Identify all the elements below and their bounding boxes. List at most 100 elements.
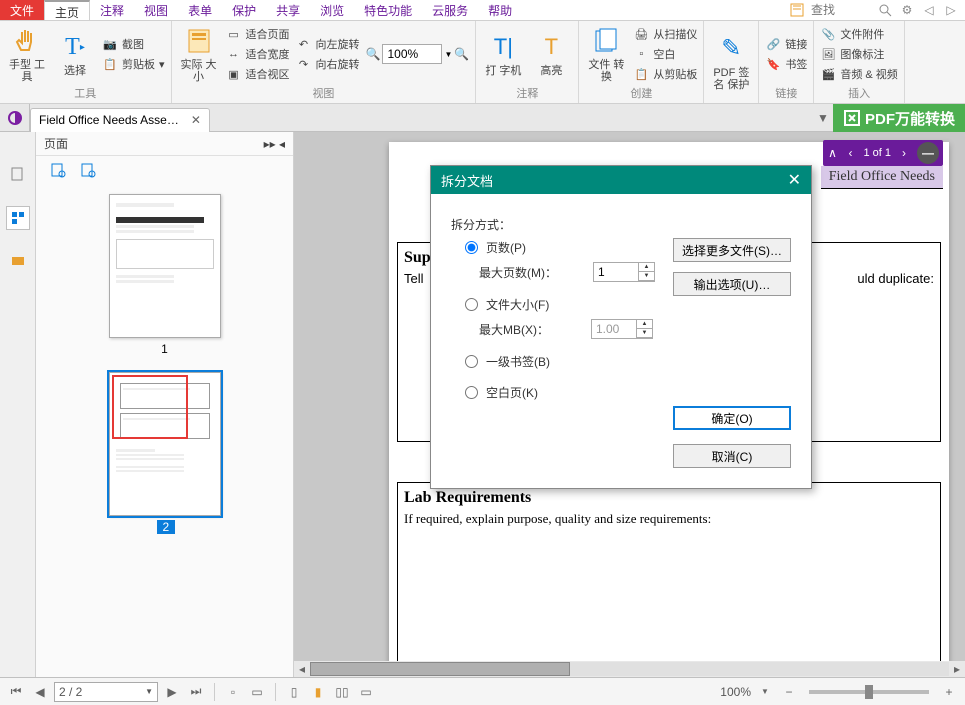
typewriter[interactable]: T|打 字机	[482, 25, 524, 83]
zoom-input[interactable]	[382, 44, 442, 64]
max-pages-input[interactable]: ▲▼	[593, 262, 655, 282]
prev-page-icon[interactable]: ◀	[30, 682, 50, 702]
rail-comments[interactable]	[6, 250, 30, 274]
nav-next-page-icon[interactable]: ›	[895, 146, 913, 160]
gear-icon[interactable]: ⚙	[899, 2, 915, 18]
hscroll-right-icon[interactable]: ▸	[949, 662, 965, 676]
next-page-icon[interactable]: ▶	[162, 682, 182, 702]
from-clipboard[interactable]: 📋从剪贴板	[633, 66, 697, 82]
zoom-in-icon[interactable]: 🔍	[454, 47, 469, 61]
search-toggle-icon[interactable]	[789, 2, 805, 18]
radio-size[interactable]	[465, 298, 478, 311]
start-tab[interactable]	[0, 104, 30, 131]
image-tag-button[interactable]: 🖼图像标注	[820, 46, 897, 62]
page-number-input[interactable]: 2 / 2▼	[54, 682, 158, 702]
radio-pages-label[interactable]: 页数(P)	[486, 239, 526, 256]
thumbnail-panel: 页面 ▸▸ ◂ 1	[36, 132, 294, 677]
document-tab[interactable]: Field Office Needs Asse… ✕	[30, 108, 210, 132]
pdf-sign[interactable]: ✎PDF 签名 保护	[710, 25, 752, 99]
radio-bookmark[interactable]	[465, 355, 478, 368]
menu-form[interactable]: 表单	[178, 0, 222, 20]
status-icon-2[interactable]: ▭	[247, 682, 267, 702]
thumbnail-page-1[interactable]: 1	[109, 194, 221, 356]
zoom-minus-icon[interactable]: −	[779, 682, 799, 702]
rail-thumbnails[interactable]	[6, 206, 30, 230]
zoom-out-icon[interactable]: 🔍	[366, 47, 381, 61]
menu-view[interactable]: 视图	[134, 0, 178, 20]
tab-close-icon[interactable]: ✕	[191, 113, 201, 127]
link-button[interactable]: 🔗链接	[765, 36, 807, 52]
snapshot-button[interactable]: 📷截图	[102, 36, 165, 52]
search-icon[interactable]	[877, 2, 893, 18]
view-single-icon[interactable]: ▯	[284, 682, 304, 702]
attachment-button[interactable]: 📎文件附件	[820, 26, 897, 42]
spin-down-icon[interactable]: ▼	[639, 272, 654, 281]
hand-tool[interactable]: 手型 工具	[6, 25, 48, 83]
thumb-tool-1[interactable]	[50, 162, 66, 178]
zoom-plus-icon[interactable]: +	[939, 682, 959, 702]
max-mb-input[interactable]: ▲▼	[591, 319, 653, 339]
menu-protect[interactable]: 保护	[222, 0, 266, 20]
more-files-button[interactable]: 选择更多文件(S)…	[673, 238, 791, 262]
bookmark-button[interactable]: 🔖书签	[765, 56, 807, 72]
menu-file[interactable]: 文件	[0, 0, 44, 20]
menu-cloud[interactable]: 云服务	[422, 0, 478, 20]
rail-bookmarks[interactable]	[6, 162, 30, 186]
radio-bookmark-label[interactable]: 一级书签(B)	[486, 353, 550, 370]
radio-pages[interactable]	[465, 241, 478, 254]
hscroll-left-icon[interactable]: ◂	[294, 662, 310, 676]
radio-blank[interactable]	[465, 386, 478, 399]
from-scanner[interactable]: 🖨从扫描仪	[633, 26, 697, 42]
thumb-collapse-icon[interactable]: ▸▸	[264, 137, 276, 151]
pdf-convert-badge[interactable]: PDF万能转换	[833, 104, 965, 132]
first-page-icon[interactable]: ⏮	[6, 682, 26, 702]
zoom-dropdown-icon[interactable]: ▼	[444, 50, 452, 59]
ok-button[interactable]: 确定(O)	[673, 406, 791, 430]
hscroll-handle[interactable]	[310, 662, 570, 676]
dialog-titlebar[interactable]: 拆分文档 ✕	[431, 166, 811, 194]
menu-home[interactable]: 主页	[44, 0, 90, 20]
menu-help[interactable]: 帮助	[478, 0, 522, 20]
highlight[interactable]: T高亮	[530, 25, 572, 83]
blank-page[interactable]: ▫空白	[633, 46, 697, 62]
zoom-slider[interactable]	[809, 690, 929, 694]
rotate-right[interactable]: ↷向右旋转	[296, 56, 360, 72]
nav-up-icon[interactable]: ∧	[823, 146, 841, 160]
menu-annot[interactable]: 注释	[90, 0, 134, 20]
spin-up-icon[interactable]: ▲	[639, 263, 654, 272]
nav-prev-page-icon[interactable]: ‹	[841, 146, 859, 160]
status-icon-1[interactable]: ▫	[223, 682, 243, 702]
cancel-button[interactable]: 取消(C)	[673, 444, 791, 468]
output-options-button[interactable]: 输出选项(U)…	[673, 272, 791, 296]
fit-page[interactable]: ▭适合页面	[226, 26, 290, 42]
actual-size[interactable]: 实际 大小	[178, 25, 220, 83]
horizontal-scrollbar[interactable]: ◂ ▸	[294, 661, 965, 677]
menu-browse[interactable]: 浏览	[310, 0, 354, 20]
thumbnail-page-2[interactable]: 2	[109, 372, 221, 534]
view-cont-facing-icon[interactable]: ▭	[356, 682, 376, 702]
last-page-icon[interactable]: ⏭	[186, 682, 206, 702]
zoom-slider-knob[interactable]	[865, 685, 873, 699]
menu-feature[interactable]: 特色功能	[354, 0, 422, 20]
view-continuous-icon[interactable]: ▮	[308, 682, 328, 702]
nav-prev-icon[interactable]: ◁	[921, 2, 937, 18]
clipboard-button[interactable]: 📋剪贴板 ▾	[102, 56, 165, 72]
dialog-close-icon[interactable]: ✕	[788, 170, 801, 190]
tab-dropdown-icon[interactable]: ▼	[813, 111, 833, 125]
thumb-tool-2[interactable]	[80, 162, 96, 178]
fit-width[interactable]: ↔适合宽度	[226, 46, 290, 62]
view-facing-icon[interactable]: ▯▯	[332, 682, 352, 702]
rotate-left[interactable]: ↶向左旋转	[296, 36, 360, 52]
av-button[interactable]: 🎬音频 & 视频	[820, 66, 897, 82]
thumb-menu-icon[interactable]: ◂	[279, 137, 285, 151]
fit-visible[interactable]: ▣适合视区	[226, 66, 290, 82]
nav-close-icon[interactable]: —	[917, 142, 939, 164]
nav-next-icon[interactable]: ▷	[943, 2, 959, 18]
menu-share[interactable]: 共享	[266, 0, 310, 20]
radio-blank-label[interactable]: 空白页(K)	[486, 384, 538, 401]
zoom-dropdown-icon[interactable]: ▼	[755, 682, 775, 702]
search-input[interactable]	[811, 3, 871, 17]
select-tool[interactable]: T▸选择	[54, 25, 96, 83]
radio-size-label[interactable]: 文件大小(F)	[486, 296, 549, 313]
file-convert[interactable]: 文件 转换	[585, 25, 627, 83]
